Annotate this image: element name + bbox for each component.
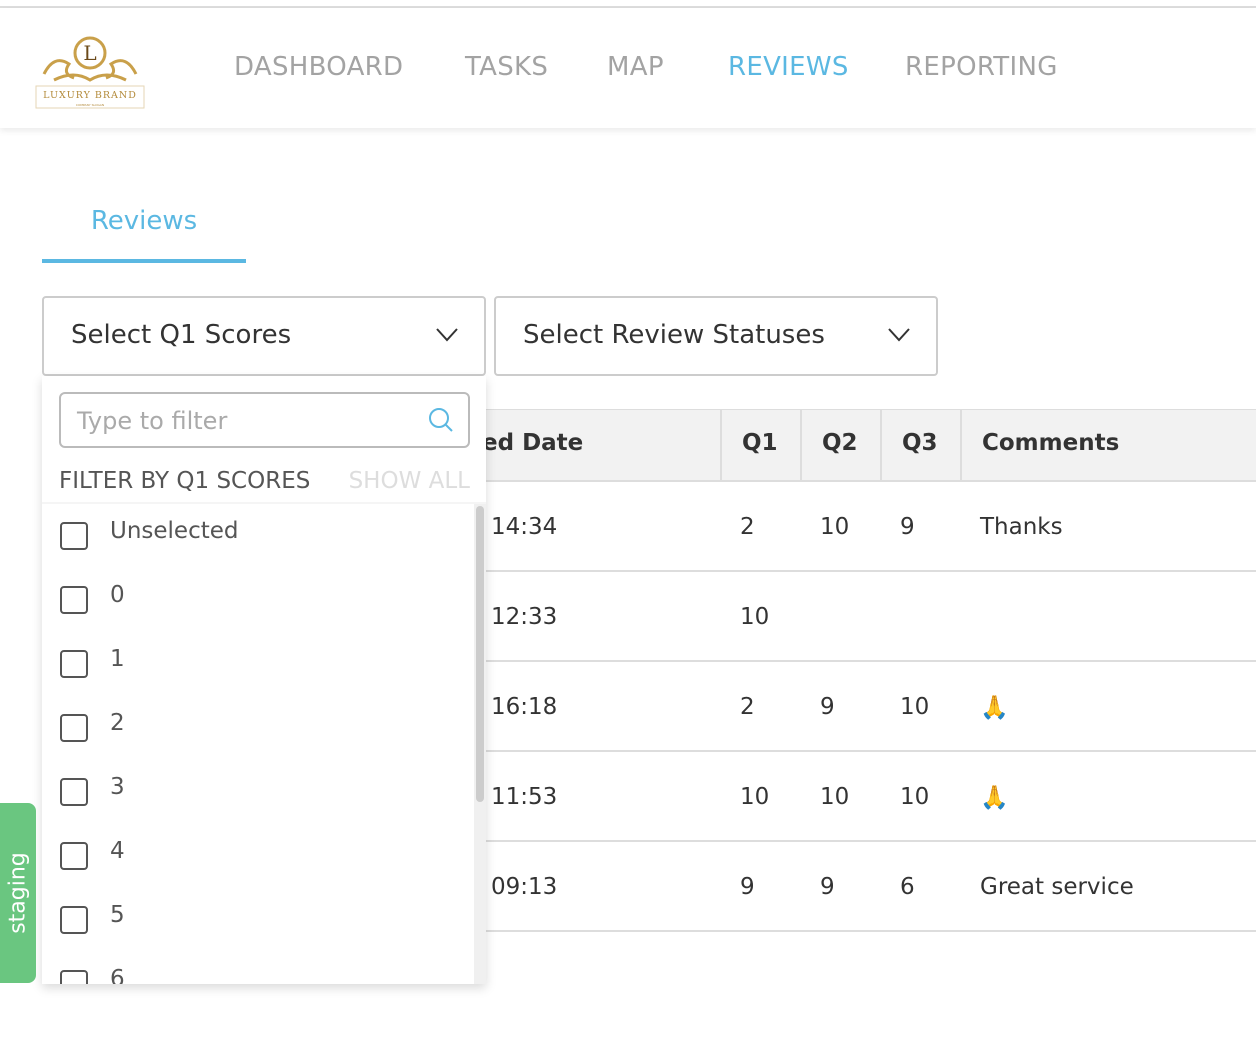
cell-q2: 10 xyxy=(820,784,850,810)
filter-input[interactable]: Type to filter xyxy=(59,392,470,448)
brand-logo[interactable]: L LUXURY BRAND COMPANY SLOGAN xyxy=(34,34,146,112)
option-label: 5 xyxy=(110,902,125,928)
cell-comment: Great service xyxy=(980,874,1134,900)
staging-label: staging xyxy=(5,852,31,934)
cell-q3: 10 xyxy=(900,784,930,810)
svg-text:L: L xyxy=(83,41,96,65)
cell-q1: 9 xyxy=(740,874,755,900)
cell-time: 11:53 xyxy=(491,784,558,810)
option-label: 1 xyxy=(110,646,125,672)
nav-dashboard[interactable]: DASHBOARD xyxy=(234,52,403,82)
nav-tasks[interactable]: TASKS xyxy=(465,52,548,82)
checkbox[interactable] xyxy=(60,650,88,678)
cell-q3: 6 xyxy=(900,874,915,900)
header-q2[interactable]: Q2 xyxy=(822,430,858,456)
chevron-down-icon xyxy=(888,328,910,342)
chevron-down-icon xyxy=(436,328,458,342)
options-list: Unselected 0 1 2 3 4 5 6 xyxy=(42,502,486,984)
cell-q3: 9 xyxy=(900,514,915,540)
option-label: 3 xyxy=(110,774,125,800)
cell-comment: Thanks xyxy=(980,514,1063,540)
header-comments[interactable]: Comments xyxy=(982,430,1119,456)
q1-select-label: Select Q1 Scores xyxy=(71,320,292,350)
option-label: 6 xyxy=(110,966,125,984)
cell-time: 12:33 xyxy=(491,604,558,630)
filter-label: FILTER BY Q1 SCORES xyxy=(59,468,311,494)
checkbox[interactable] xyxy=(60,906,88,934)
cell-comment: 🙏 xyxy=(980,695,1009,721)
scrollbar-thumb[interactable] xyxy=(476,506,484,802)
nav-reporting[interactable]: REPORTING xyxy=(905,52,1058,82)
svg-text:COMPANY SLOGAN: COMPANY SLOGAN xyxy=(76,103,104,107)
checkbox[interactable] xyxy=(60,522,88,550)
cell-q2: 9 xyxy=(820,694,835,720)
nav-map[interactable]: MAP xyxy=(607,52,664,82)
staging-badge: staging xyxy=(0,803,36,983)
search-icon xyxy=(429,408,453,432)
option-label: 4 xyxy=(110,838,125,864)
status-select-label: Select Review Statuses xyxy=(523,320,825,350)
option-label: 2 xyxy=(110,710,125,736)
cell-time: 09:13 xyxy=(491,874,558,900)
checkbox[interactable] xyxy=(60,714,88,742)
header-q3[interactable]: Q3 xyxy=(902,430,938,456)
option-label: 0 xyxy=(110,582,125,608)
q1-scores-select[interactable]: Select Q1 Scores xyxy=(42,296,486,376)
cell-q2: 9 xyxy=(820,874,835,900)
option-label: Unselected xyxy=(110,518,239,544)
header-date[interactable]: ed Date xyxy=(482,430,583,456)
filter-placeholder: Type to filter xyxy=(77,407,228,435)
review-status-select[interactable]: Select Review Statuses xyxy=(494,296,938,376)
cell-comment: 🙏 xyxy=(980,785,1009,811)
cell-q1: 10 xyxy=(740,784,770,810)
cell-time: 16:18 xyxy=(491,694,558,720)
cell-q3: 10 xyxy=(900,694,930,720)
checkbox[interactable] xyxy=(60,778,88,806)
checkbox[interactable] xyxy=(60,586,88,614)
header-q1[interactable]: Q1 xyxy=(742,430,778,456)
svg-text:LUXURY BRAND: LUXURY BRAND xyxy=(43,90,137,101)
nav-reviews[interactable]: REVIEWS xyxy=(728,52,849,82)
tab-reviews[interactable]: Reviews xyxy=(42,195,246,263)
scrollbar[interactable] xyxy=(474,504,486,984)
q1-filter-dropdown: Type to filter FILTER BY Q1 SCORES SHOW … xyxy=(42,376,486,984)
cell-q1: 10 xyxy=(740,604,770,630)
checkbox[interactable] xyxy=(60,970,88,984)
cell-time: 14:34 xyxy=(491,514,558,540)
cell-q2: 10 xyxy=(820,514,850,540)
checkbox[interactable] xyxy=(60,842,88,870)
cell-q1: 2 xyxy=(740,694,755,720)
header: L LUXURY BRAND COMPANY SLOGAN DASHBOARD … xyxy=(0,8,1256,128)
cell-q1: 2 xyxy=(740,514,755,540)
show-all-button[interactable]: SHOW ALL xyxy=(349,468,470,494)
